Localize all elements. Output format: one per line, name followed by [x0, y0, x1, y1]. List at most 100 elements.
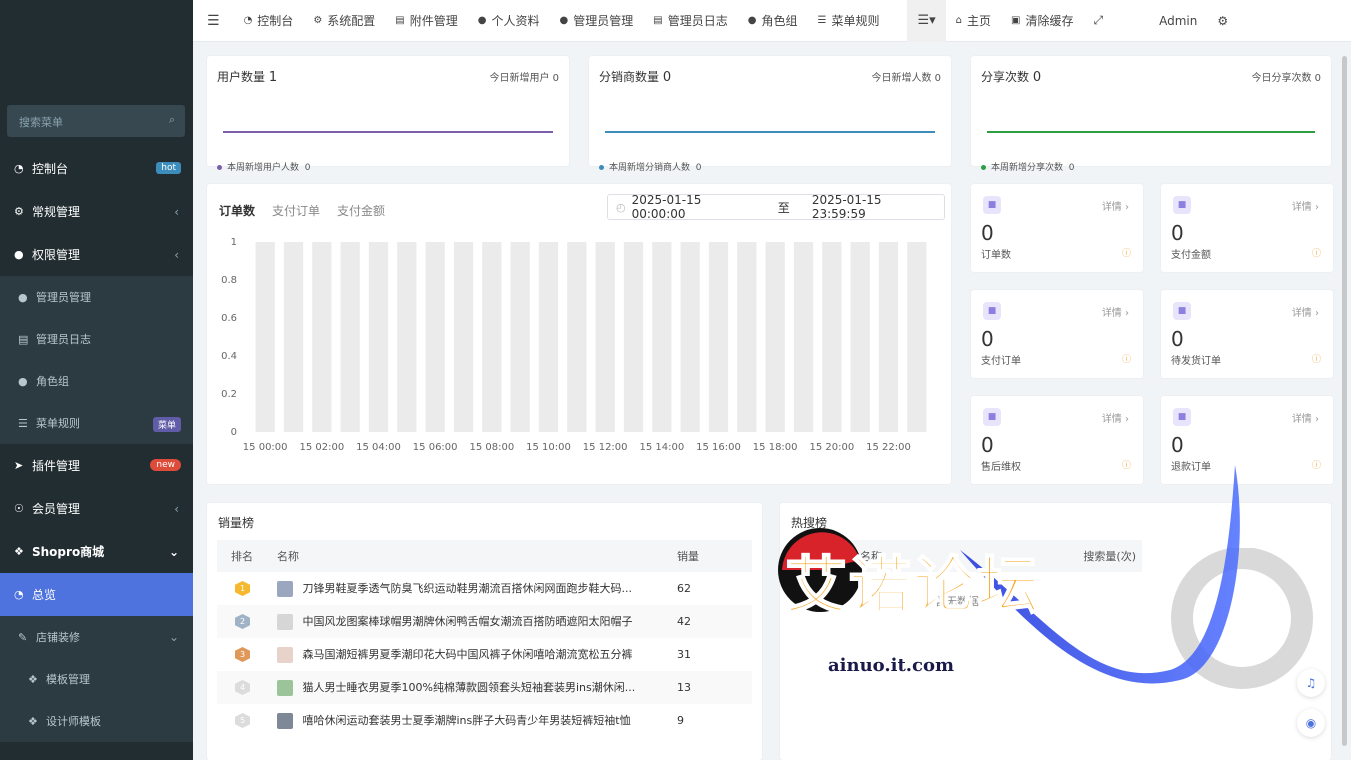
search-menu-input[interactable]: 搜索菜单 ⌕	[7, 105, 185, 137]
sales-ranking-card: 销量榜 排名 名称 销量 1 刀锋男鞋夏季透气防臭飞织运动鞋男潮流百搭休闲网面跑…	[207, 503, 762, 760]
chevron-down-icon: ⌄	[168, 544, 179, 559]
sidebar-item-designer[interactable]: ❖ 设计师模板	[0, 700, 193, 742]
sidebar-item-addon[interactable]: ➤ 插件管理 new	[0, 444, 193, 487]
settings-button[interactable]: ⚙	[1207, 0, 1238, 42]
chat-button[interactable]: ◉	[1297, 709, 1325, 737]
sidebar-toggle[interactable]: ☰	[193, 0, 234, 42]
sidebar-item-dashboard[interactable]: ◔ 控制台 hot	[0, 147, 193, 190]
detail-link[interactable]: 详情 ›	[1292, 410, 1319, 425]
metric-card: ■ 详情 › 0 售后维权 ⓘ	[971, 396, 1143, 484]
y-tick-label: 0.8	[221, 275, 237, 286]
bar-background	[737, 242, 757, 432]
notification-button[interactable]: ♫	[1297, 669, 1325, 697]
sidebar-item-decorate[interactable]: ✎ 店铺装修 ⌄	[0, 616, 193, 658]
stat-foot: 本周新增分享次数 0	[981, 160, 1074, 173]
detail-link[interactable]: 详情 ›	[1292, 304, 1319, 319]
metric-name: 待发货订单	[1171, 356, 1221, 367]
sidebar-item-overview[interactable]: ◔ 总览	[0, 573, 193, 616]
sidebar-item-adminlog[interactable]: ▤ 管理员日志	[0, 318, 193, 360]
sidebar-item-label: 插件管理	[32, 459, 81, 473]
user-icon: ●	[477, 15, 487, 26]
info-icon[interactable]: ⓘ	[1122, 458, 1131, 471]
table-row: 3 森马国潮短裤男夏季潮印花大码中国风裤子休闲嘻哈潮流宽松五分裤 31	[217, 638, 752, 671]
bar-background	[907, 242, 927, 432]
user-menu[interactable]: Admin	[1149, 0, 1207, 42]
user-icon: ●	[18, 290, 28, 304]
info-icon[interactable]: ⓘ	[1312, 352, 1321, 365]
info-icon[interactable]: ⓘ	[1122, 352, 1131, 365]
sidebar-item-label: 权限管理	[32, 248, 81, 262]
trend-line	[987, 131, 1315, 133]
bar-background	[567, 242, 587, 432]
tab-config[interactable]: ⚙ 系统配置	[303, 0, 385, 42]
x-tick-label: 15 08:00	[469, 442, 514, 453]
pie-chart-icon: ◔	[14, 588, 24, 601]
chart-tabs: 订单数 支付订单 支付金额	[219, 202, 385, 219]
date-range-picker[interactable]: ◴ 2025-01-15 00:00:00 至 2025-01-15 23:59…	[607, 193, 945, 221]
tab-rule[interactable]: ☰ 菜单规则	[807, 0, 889, 42]
detail-link[interactable]: 详情 ›	[1102, 410, 1129, 425]
scrollbar[interactable]	[1342, 56, 1347, 746]
sidebar-item-template[interactable]: ❖ 模板管理	[0, 658, 193, 700]
tab-paid-orders[interactable]: 支付订单	[272, 202, 320, 219]
info-icon[interactable]: ⓘ	[1312, 246, 1321, 259]
stat-foot: 本周新增用户人数 0	[217, 160, 310, 173]
wallet-icon: ■	[1173, 196, 1191, 214]
date-separator: 至	[777, 200, 790, 215]
tab-paid-amount[interactable]: 支付金额	[337, 202, 385, 219]
product-name: 中国风龙图案棒球帽男潮牌休闲鸭舌帽女潮流百搭防晒遮阳太阳帽子	[302, 615, 633, 628]
search-placeholder: 搜索菜单	[19, 116, 63, 129]
search-icon[interactable]: ⌕	[169, 113, 175, 127]
sidebar-item-rule[interactable]: ☰ 菜单规则 菜单	[0, 402, 193, 444]
y-tick-label: 0.2	[221, 389, 237, 400]
rocket-icon: ➤	[14, 459, 24, 472]
bar-background	[793, 242, 814, 432]
tab-dashboard[interactable]: ◔ 控制台	[234, 0, 304, 42]
cogs-icon: ⚙	[14, 205, 24, 218]
bar-background	[595, 242, 615, 432]
sidebar-item-group[interactable]: ● 角色组	[0, 360, 193, 402]
bars-icon: ☰	[817, 15, 827, 26]
x-tick-label: 15 22:00	[866, 442, 911, 453]
shopro-submenu: ✎ 店铺装修 ⌄ ❖ 模板管理 ❖ 设计师模板	[0, 616, 193, 742]
stat-value: 0	[662, 70, 672, 85]
clear-cache-button[interactable]: ▣ 清除缓存	[1001, 0, 1083, 42]
info-icon[interactable]: ⓘ	[1312, 458, 1321, 471]
home-label: 主页	[967, 14, 992, 28]
tab-admin[interactable]: ● 管理员管理	[550, 0, 644, 42]
detail-link[interactable]: 详情 ›	[1102, 304, 1129, 319]
sidebar-item-label: 管理员日志	[36, 333, 91, 346]
tabs-dropdown[interactable]: ☰▾	[907, 0, 946, 42]
chevron-left-icon: ‹	[174, 501, 179, 516]
group-icon: ●	[747, 15, 757, 26]
sales-count: 9	[677, 714, 684, 727]
tab-order-count[interactable]: 订单数	[219, 202, 255, 219]
dashboard-icon: ◔	[243, 15, 253, 26]
tab-attachment[interactable]: ▤ 附件管理	[385, 0, 467, 42]
detail-link[interactable]: 详情 ›	[1102, 198, 1129, 213]
sidebar-item-shopro[interactable]: ❖ Shopro商城 ⌄	[0, 530, 193, 573]
hot-table: 排名 名称 搜索量(次)	[790, 540, 1142, 572]
metric-name: 退款订单	[1171, 462, 1211, 473]
tab-group[interactable]: ● 角色组	[738, 0, 808, 42]
home-link[interactable]: ⌂ 主页	[946, 0, 1001, 42]
x-tick-label: 15 10:00	[526, 442, 571, 453]
tab-adminlog[interactable]: ▤ 管理员日志	[643, 0, 737, 42]
sidebar-item-auth[interactable]: ● 权限管理 ‹	[0, 233, 193, 276]
sidebar-item-general[interactable]: ⚙ 常规管理 ‹	[0, 190, 193, 233]
sidebar-item-admin[interactable]: ● 管理员管理	[0, 276, 193, 318]
metric-name: 订单数	[981, 250, 1011, 261]
detail-link[interactable]: 详情 ›	[1292, 198, 1319, 213]
list-alt-icon: ▤	[18, 332, 29, 346]
clear-cache-label: 清除缓存	[1025, 14, 1074, 28]
fullscreen-button[interactable]: ⤢	[1084, 0, 1114, 42]
sidebar-item-member[interactable]: ☉ 会员管理 ‹	[0, 487, 193, 530]
legend-dot	[981, 165, 986, 170]
sidebar-item-label: 管理员管理	[36, 291, 91, 304]
stat-title: 分销商数量	[599, 70, 660, 84]
tab-profile[interactable]: ● 个人资料	[468, 0, 550, 42]
metric-value: 0	[981, 221, 994, 245]
credit-card-icon: ■	[983, 302, 1001, 320]
info-icon[interactable]: ⓘ	[1122, 246, 1131, 259]
detail-label: 详情	[1101, 202, 1122, 213]
